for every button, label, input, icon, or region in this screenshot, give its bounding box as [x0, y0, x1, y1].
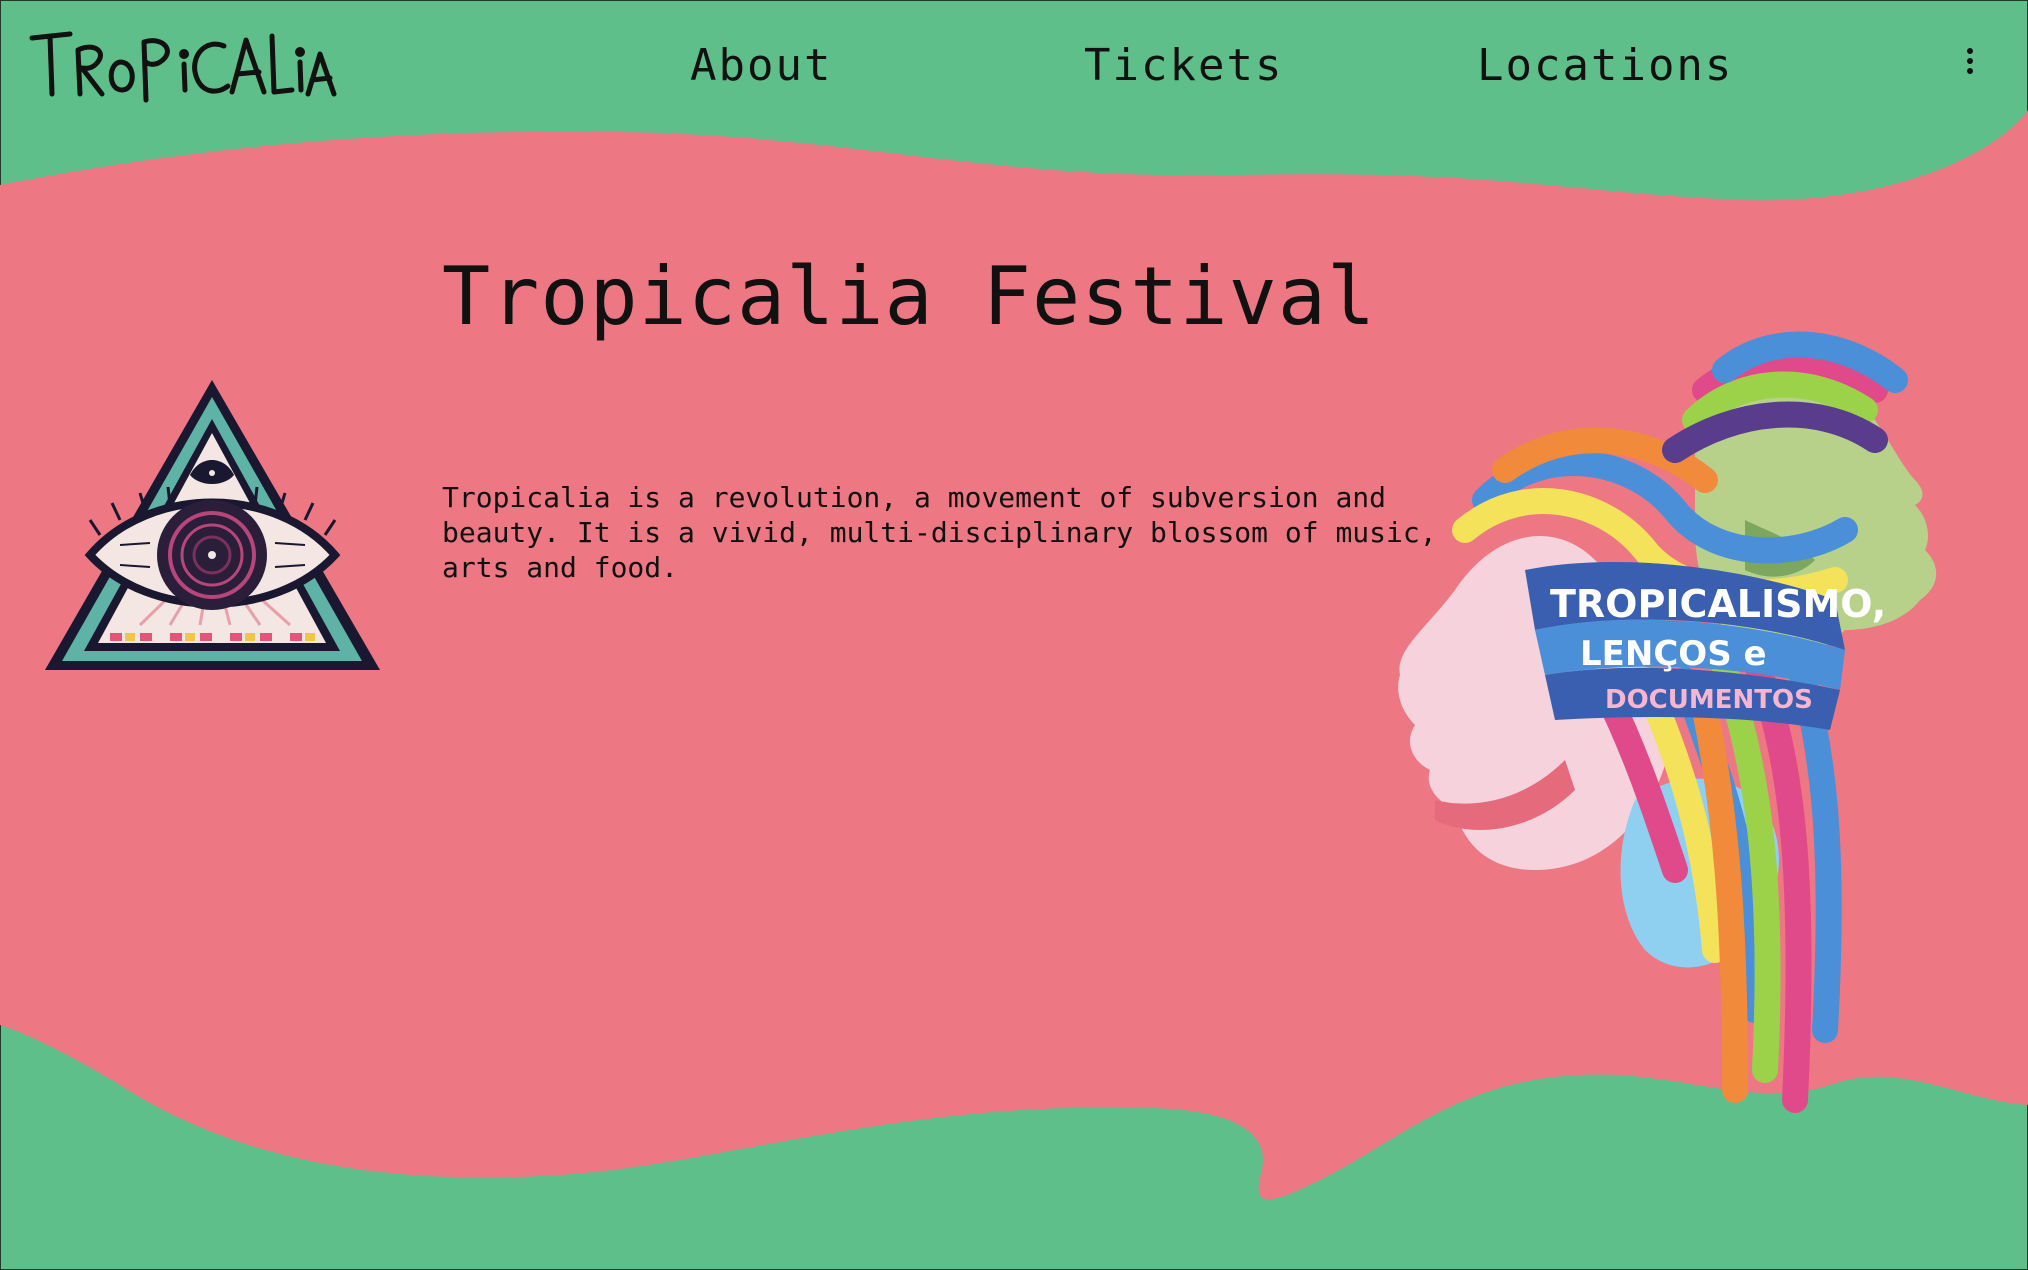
intro-paragraph: Tropicalia is a revolution, a movement o… [442, 481, 1437, 584]
site-header: About Tickets Locations [0, 0, 2028, 140]
nav-locations-link[interactable]: Locations [1477, 40, 1733, 91]
nav-tickets-link[interactable]: Tickets [1084, 40, 1283, 91]
kebab-menu-icon[interactable] [1958, 48, 1982, 82]
banner-line-3: DOCUMENTOS [1605, 685, 1813, 715]
banner-line-1: TROPICALISMO, [1550, 582, 1886, 626]
page-title: Tropicalia Festival [442, 250, 1377, 343]
eye-triangle-icon [45, 380, 380, 670]
colorful-heads-illustration: TROPICALISMO, LENÇOS e DOCUMENTOS [1398, 331, 1937, 1113]
nav-about-link[interactable]: About [690, 40, 832, 91]
tropicalia-logo[interactable] [28, 28, 338, 108]
banner-line-2: LENÇOS e [1580, 634, 1767, 674]
